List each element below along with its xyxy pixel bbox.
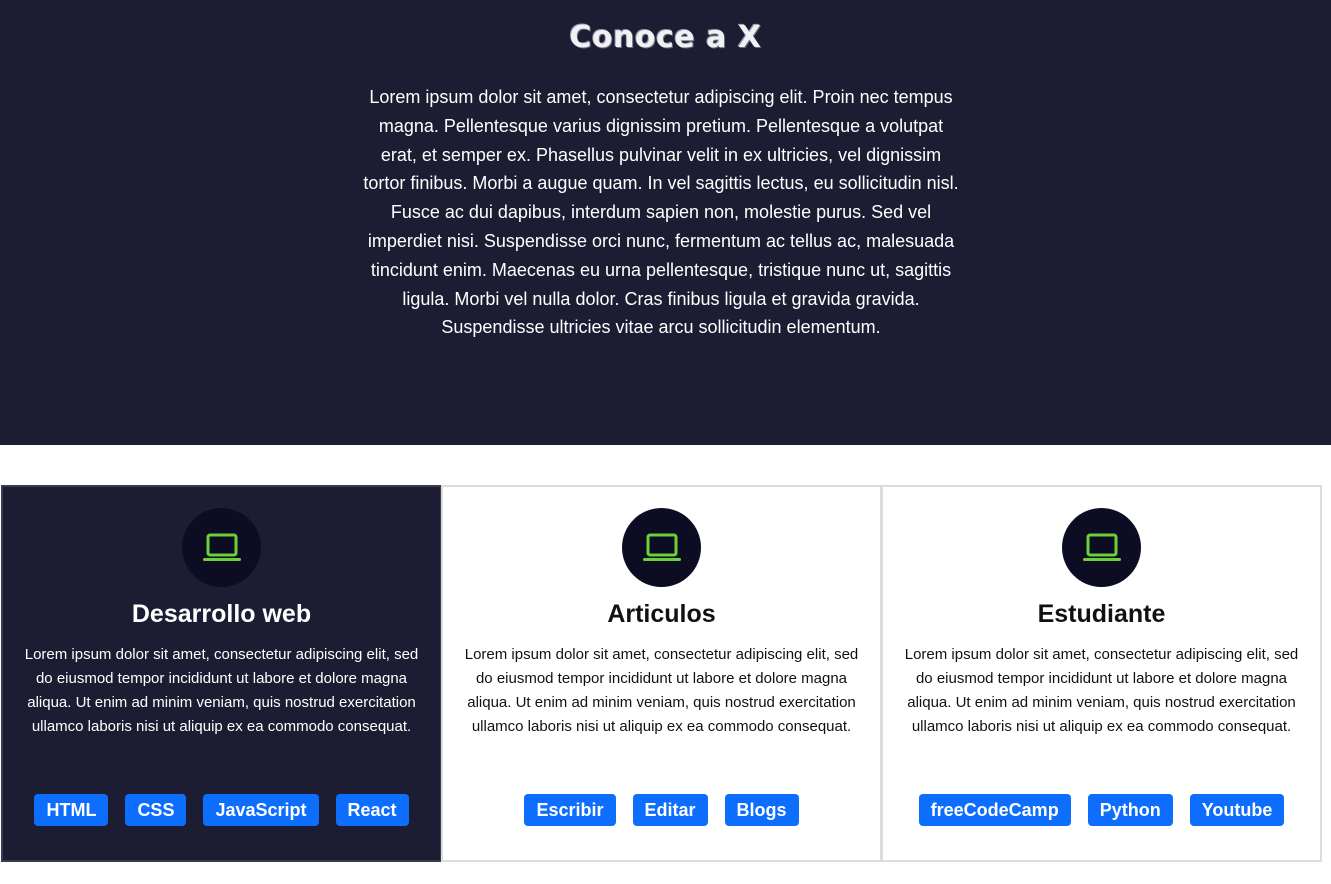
tag-button-css[interactable]: CSS xyxy=(125,794,187,826)
card-title: Articulos xyxy=(607,600,716,628)
cards-section: Desarrollo web Lorem ipsum dolor sit ame… xyxy=(0,485,1331,863)
laptop-icon xyxy=(1082,533,1121,561)
tag-button-javascript[interactable]: JavaScript xyxy=(203,794,319,826)
icon-circle xyxy=(1062,508,1141,587)
icon-circle xyxy=(622,508,701,587)
about-text: Lorem ipsum dolor sit amet, consectetur … xyxy=(363,87,959,338)
tag-list: HTML CSS JavaScript React xyxy=(3,794,440,826)
page-title: Conoce a X xyxy=(569,20,762,55)
laptop-icon xyxy=(202,533,241,561)
tag-button-editar[interactable]: Editar xyxy=(632,794,708,826)
tag-button-escribir[interactable]: Escribir xyxy=(524,794,616,826)
tag-button-freecodecamp[interactable]: freeCodeCamp xyxy=(918,794,1071,826)
tag-button-html[interactable]: HTML xyxy=(34,794,109,826)
card-text: Lorem ipsum dolor sit amet, consectetur … xyxy=(464,646,859,735)
tag-button-python[interactable]: Python xyxy=(1087,794,1173,826)
tag-button-react[interactable]: React xyxy=(335,794,409,826)
tag-button-blogs[interactable]: Blogs xyxy=(724,794,799,826)
laptop-icon xyxy=(642,533,681,561)
tag-list: freeCodeCamp Python Youtube xyxy=(883,794,1320,826)
icon-circle xyxy=(182,508,261,587)
card-text: Lorem ipsum dolor sit amet, consectetur … xyxy=(904,646,1299,735)
tag-list: Escribir Editar Blogs xyxy=(443,794,880,826)
card-estudiante: Estudiante Lorem ipsum dolor sit amet, c… xyxy=(881,485,1322,862)
card-title: Desarrollo web xyxy=(131,600,312,628)
tag-button-youtube[interactable]: Youtube xyxy=(1189,794,1285,826)
card-title: Estudiante xyxy=(1037,600,1166,628)
card-text: Lorem ipsum dolor sit amet, consectetur … xyxy=(24,646,419,735)
card-articulos: Articulos Lorem ipsum dolor sit amet, co… xyxy=(441,485,882,862)
card-desarrollo-web: Desarrollo web Lorem ipsum dolor sit ame… xyxy=(1,485,442,862)
about-section: Conoce a X Lorem ipsum dolor sit amet, c… xyxy=(0,0,1331,445)
